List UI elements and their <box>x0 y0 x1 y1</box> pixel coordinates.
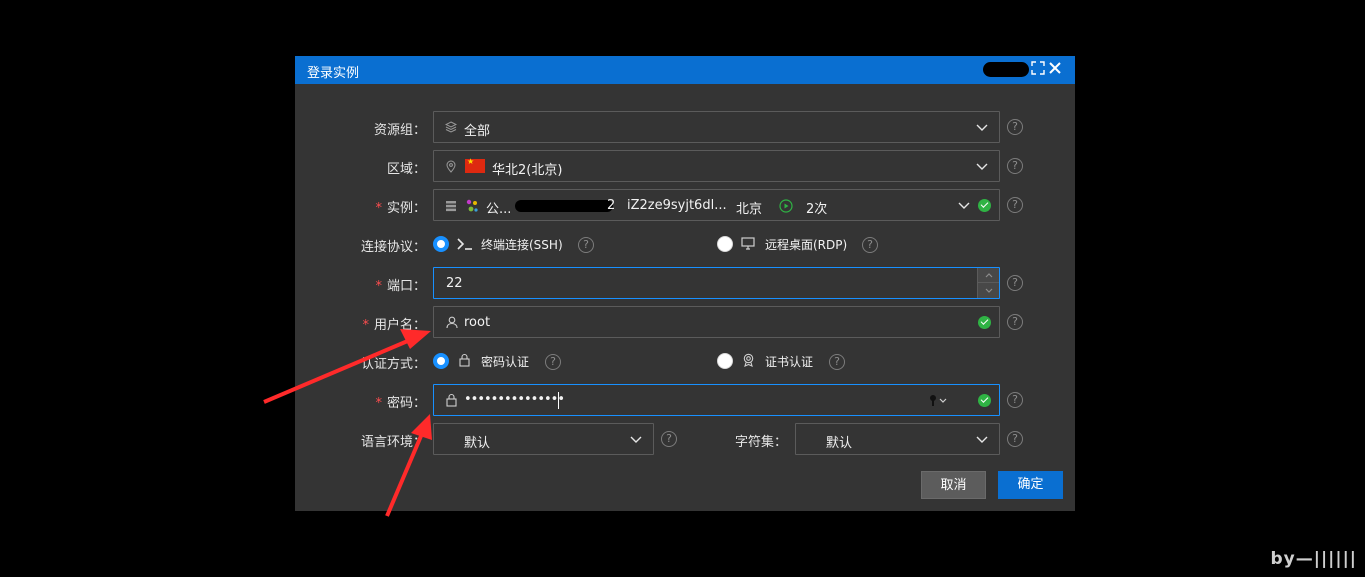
annotation-arrows <box>263 329 432 517</box>
watermark: by—|||||| <box>1270 549 1357 569</box>
arrow-to-username <box>263 329 431 404</box>
arrow-to-password <box>385 414 432 517</box>
